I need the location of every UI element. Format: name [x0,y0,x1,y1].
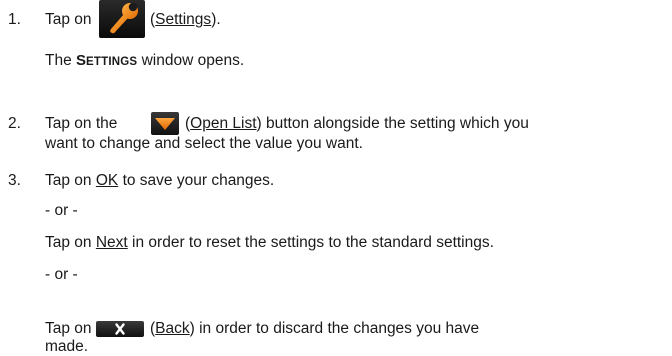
step-1-result: The SETTINGS window opens. [45,52,245,69]
settings-link[interactable]: Settings [155,11,211,28]
dropdown-arrow-icon [155,118,175,130]
wrench-icon [110,2,138,34]
back-instruction-continuation: made. [45,338,89,355]
step-1-link-line: (Settings). [150,11,221,28]
back-instruction-pre: Tap on [45,320,92,337]
or-separator-1: - or - [45,202,78,219]
step-2-number: 2. [8,115,21,132]
step-2-text: (Open List) button alongside the setting… [185,115,529,132]
step-1-number: 1. [8,11,21,28]
settings-icon[interactable] [99,0,145,38]
next-instruction: Tap on Next in order to reset the settin… [45,234,494,251]
open-list-link[interactable]: Open List [190,115,256,132]
step-1-pre: Tap on [45,11,92,28]
step-3-text: Tap on OK to save your changes. [45,172,275,189]
open-list-button[interactable] [151,112,179,135]
step-2-pre: Tap on the [45,115,118,132]
back-button[interactable] [96,321,144,337]
back-instruction-text: (Back) in order to discard the changes y… [150,320,480,337]
back-link[interactable]: Back [155,320,189,337]
step-2-continuation: want to change and select the value you … [45,135,363,152]
step-3-number: 3. [8,172,21,189]
settings-window-name: SETTINGS [76,52,138,69]
close-x-icon [115,323,125,335]
step-1-text: Tap on [45,11,92,29]
or-separator-2: - or - [45,266,78,283]
ok-link[interactable]: OK [96,172,118,189]
next-link[interactable]: Next [96,234,128,251]
